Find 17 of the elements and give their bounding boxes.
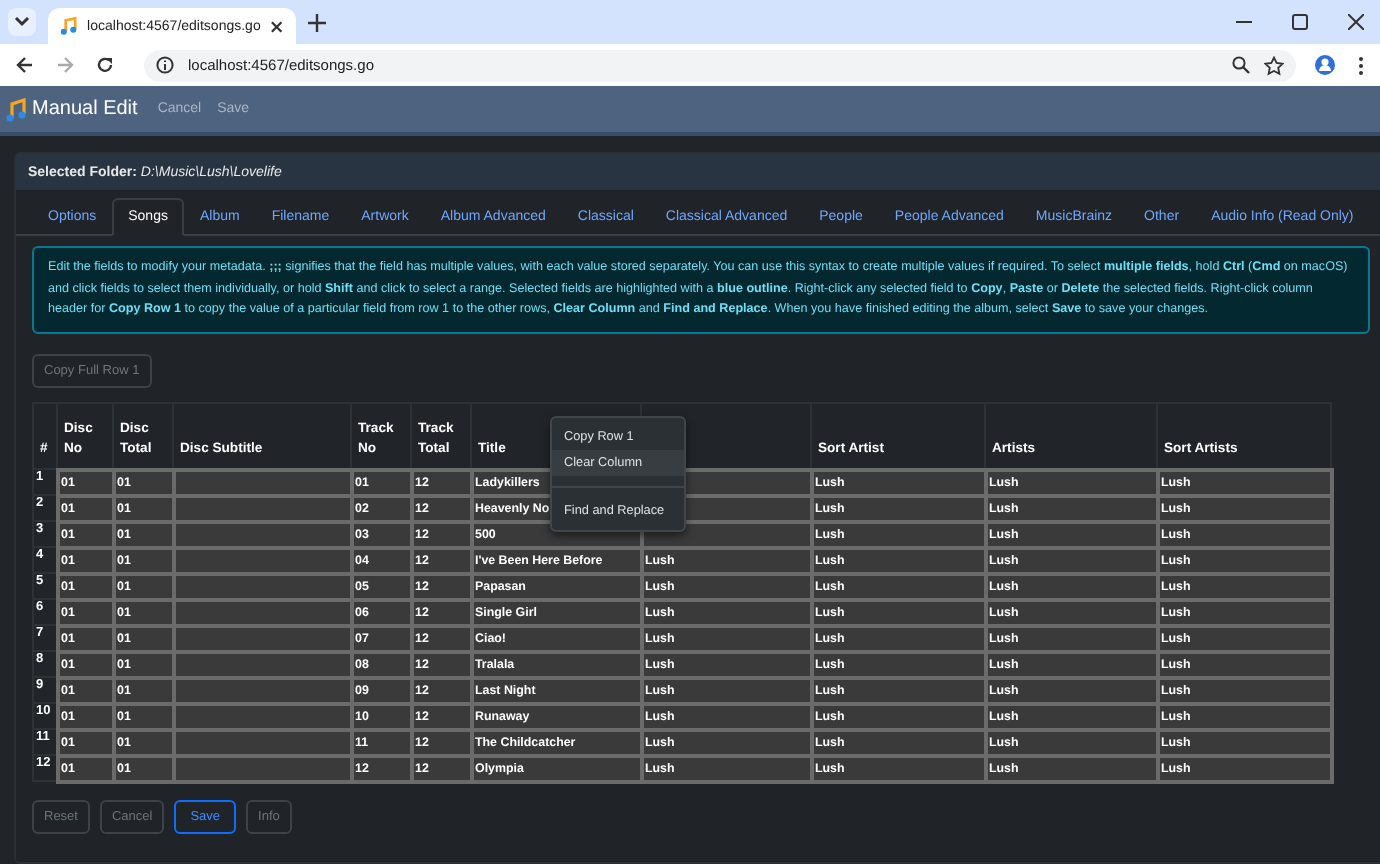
new-tab-icon[interactable] xyxy=(308,13,326,31)
info-icon[interactable] xyxy=(156,56,174,74)
close-icon[interactable] xyxy=(270,19,284,33)
star-icon[interactable] xyxy=(1264,55,1284,75)
music-note-icon xyxy=(6,97,26,121)
close-icon[interactable] xyxy=(1348,14,1364,30)
music-note-icon xyxy=(60,16,78,36)
maximize-icon[interactable] xyxy=(1292,14,1308,30)
table-cell[interactable] xyxy=(173,469,351,495)
back-icon[interactable] xyxy=(16,56,34,74)
forward-icon[interactable] xyxy=(56,56,74,74)
app-title: Manual Edit xyxy=(32,98,138,120)
menu-icon[interactable] xyxy=(1358,55,1364,75)
profile-icon[interactable] xyxy=(1314,54,1336,76)
zoom-icon[interactable] xyxy=(1232,56,1250,74)
reload-icon[interactable] xyxy=(96,56,114,74)
tab-search-icon[interactable] xyxy=(8,8,36,36)
